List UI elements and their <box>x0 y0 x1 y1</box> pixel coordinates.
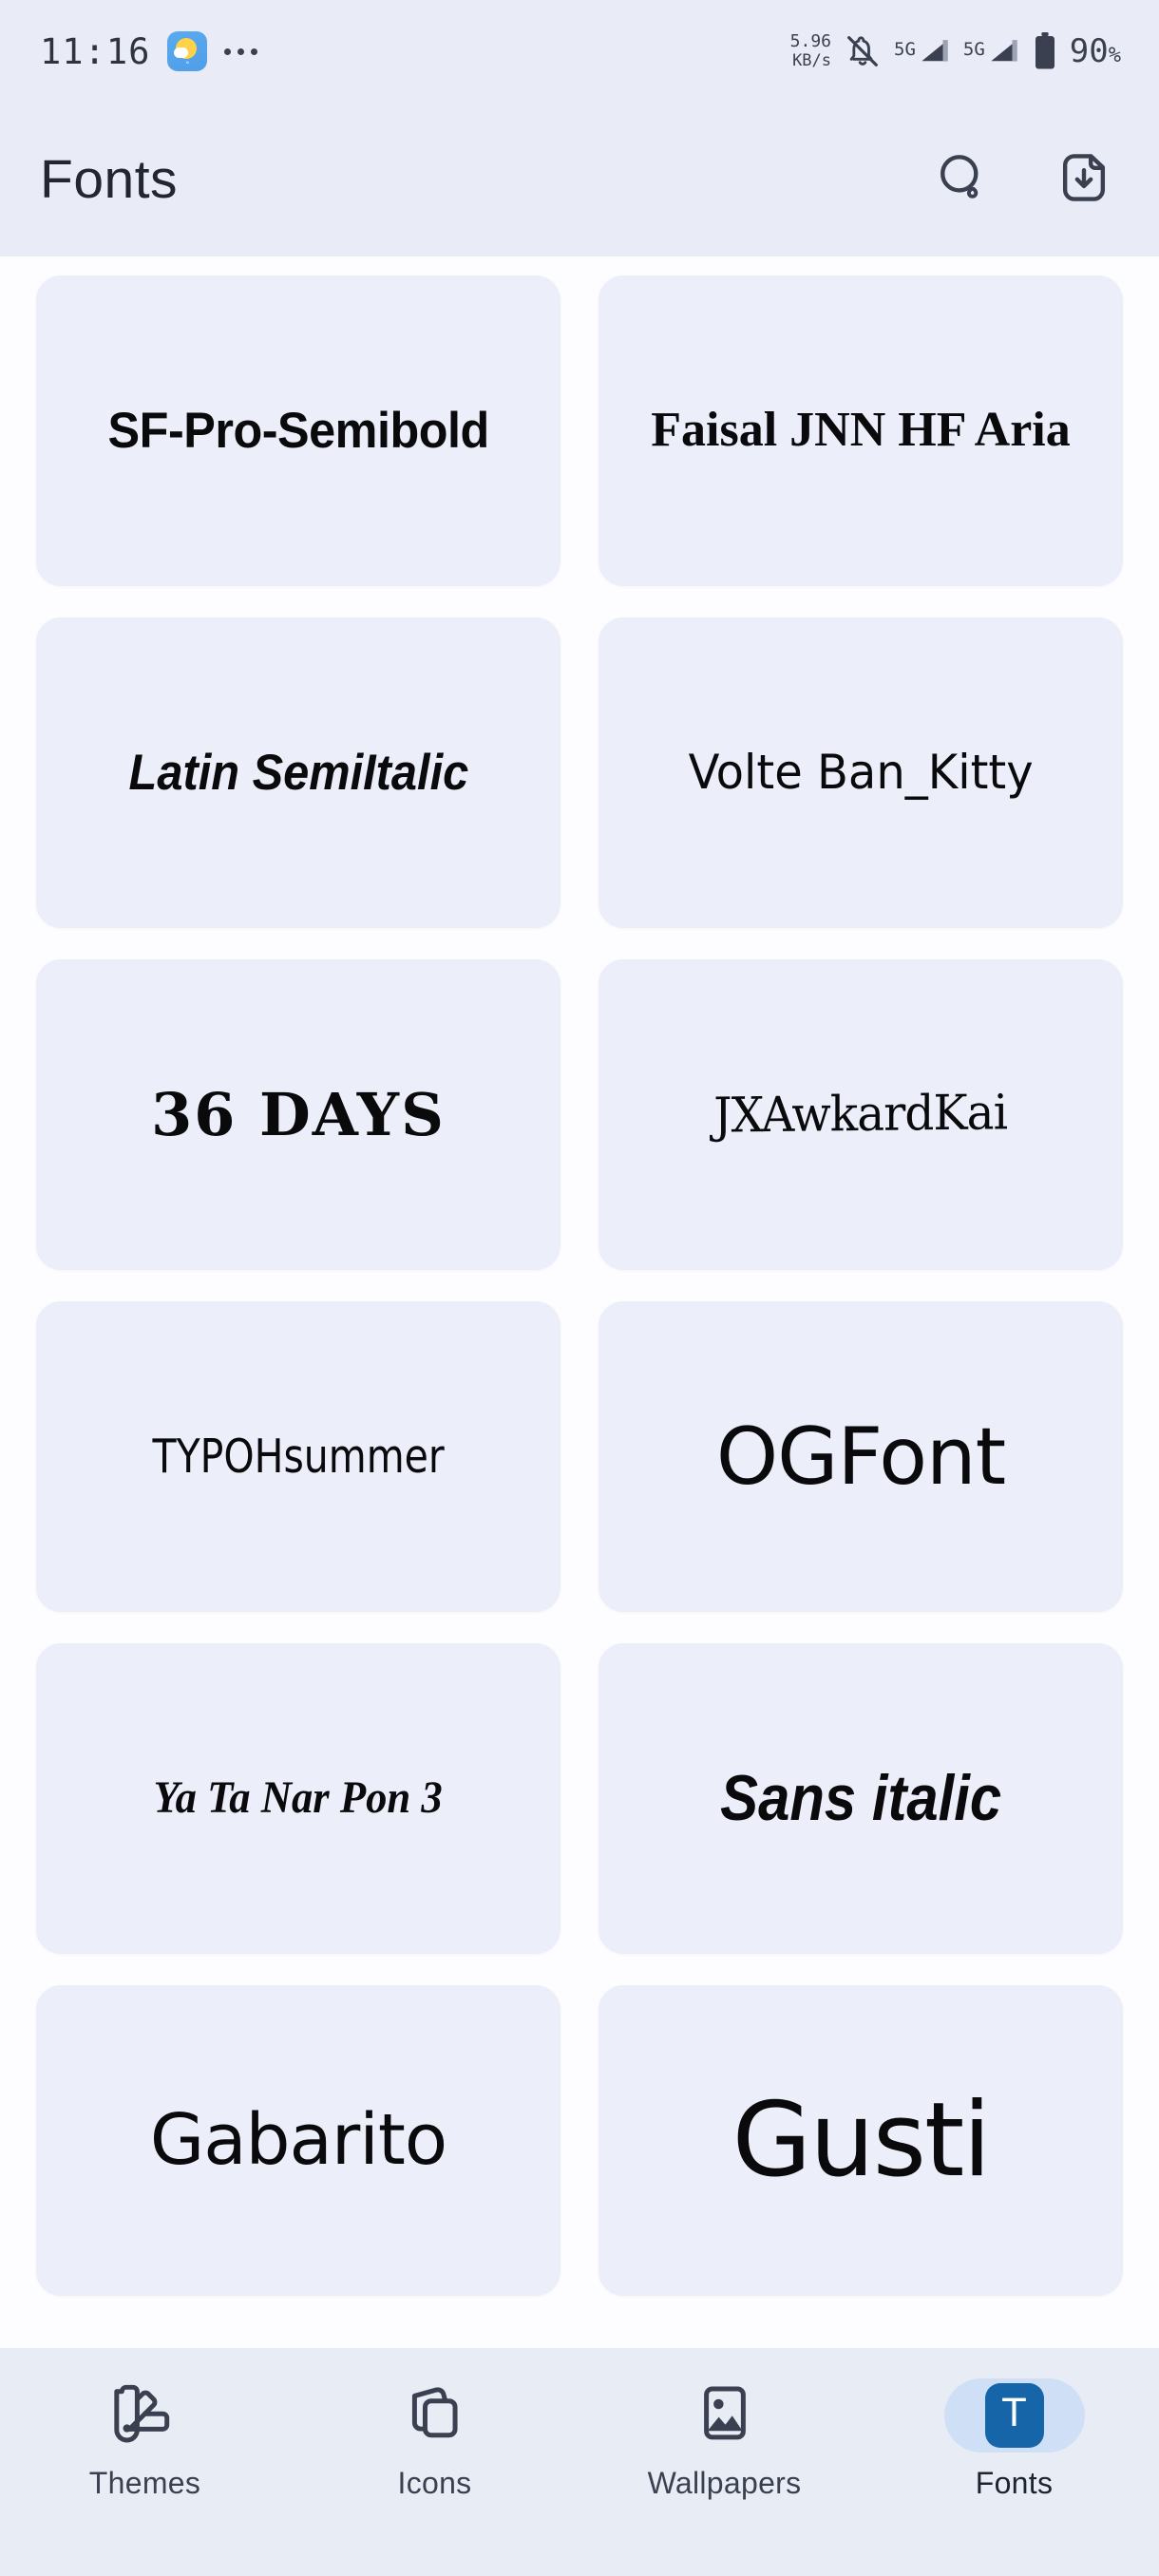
weather-cloud-part <box>174 47 189 58</box>
nav-item-label: Wallpapers <box>647 2466 802 2500</box>
network-speed-indicator: 5.96 KB/s <box>789 31 832 71</box>
sim1-network-label: 5G <box>894 39 916 60</box>
font-card[interactable]: SF-Pro-Semibold <box>36 275 560 586</box>
nav-item-themes[interactable]: Themes <box>38 2378 252 2501</box>
status-bar-left: 11:16 ° <box>40 30 258 72</box>
font-card[interactable]: Sans italic <box>598 1643 1123 1954</box>
font-t-icon: T <box>984 2383 1044 2448</box>
nav-item-wallpapers[interactable]: Wallpapers <box>618 2378 831 2501</box>
battery-percent-value: 90 <box>1069 32 1109 70</box>
font-card[interactable]: Volte Ban_Kitty <box>598 617 1123 928</box>
nav-icon-wrapper <box>75 2378 216 2453</box>
status-clock: 11:16 <box>40 30 151 72</box>
weather-sun-cloud-icon: ° <box>167 31 208 71</box>
fonts-grid: SF-Pro-Semibold Faisal JNN HF Aria Latin S… <box>36 275 1123 2296</box>
nav-item-label: Icons <box>397 2466 472 2500</box>
signal-bars-icon <box>991 40 1017 62</box>
font-sample-text: Gabarito <box>149 2098 447 2181</box>
font-card[interactable]: 36 DAYS <box>36 959 560 1270</box>
stacked-cards-icon <box>401 2379 469 2453</box>
signal-bars-icon <box>922 40 948 62</box>
battery-icon <box>1033 32 1057 70</box>
sim2-network-label: 5G <box>962 39 985 60</box>
sim1-signal-indicator: 5G <box>894 36 951 66</box>
nav-item-icons[interactable]: Icons <box>328 2378 542 2501</box>
status-bar: 11:16 ° 5.96 KB/s 5G 5G 90% <box>0 0 1159 103</box>
image-picture-icon <box>691 2379 759 2453</box>
font-sample-text: TYPOHsummer <box>152 1429 445 1484</box>
more-dots-icon <box>224 47 258 55</box>
search-button[interactable] <box>933 150 992 209</box>
font-card[interactable]: TYPOHsummer <box>36 1301 560 1612</box>
sim2-signal-indicator: 5G <box>963 36 1020 66</box>
font-sample-text: OGFont <box>715 1410 1006 1503</box>
font-sample-text: Sans italic <box>719 1761 1002 1834</box>
font-card[interactable]: OGFont <box>598 1301 1123 1612</box>
font-sample-text: JXAwkardKai <box>713 1085 1008 1145</box>
font-card[interactable]: Gabarito <box>36 1985 560 2296</box>
font-card[interactable]: Ya Ta Nar Pon 3 <box>36 1643 560 1954</box>
font-card[interactable]: Faisal JNN HF Aria <box>598 275 1123 586</box>
nav-icon-wrapper <box>365 2378 505 2453</box>
nav-item-fonts[interactable]: T Fonts <box>907 2378 1121 2501</box>
network-speed-value: 5.96 <box>789 31 832 51</box>
app-header: Fonts <box>0 103 1159 256</box>
bottom-navigation-bar: Themes Icons Wallpapers T Fonts <box>0 2348 1159 2576</box>
font-card[interactable]: JXAwkardKai <box>598 959 1123 1270</box>
font-sample-text: Latin SemiItalic <box>128 744 468 801</box>
fonts-app-screen: 11:16 ° 5.96 KB/s 5G 5G 90% Fonts SF-Pro… <box>0 0 1159 2576</box>
palette-swatch-icon <box>111 2379 180 2453</box>
battery-percent-symbol: % <box>1108 44 1121 67</box>
status-bar-right: 5.96 KB/s 5G 5G 90% <box>789 31 1121 71</box>
page-title: Fonts <box>40 149 179 210</box>
header-actions <box>933 150 1113 209</box>
font-sample-text: Ya Ta Nar Pon 3 <box>153 1772 444 1824</box>
network-speed-unit: KB/s <box>792 51 832 70</box>
bell-muted-icon <box>844 32 882 70</box>
font-sample-text: Volte Ban_Kitty <box>688 745 1034 801</box>
font-sample-text: SF-Pro-Semibold <box>107 402 489 459</box>
weather-degree-label: ° <box>185 60 190 69</box>
fonts-list-scroll-area[interactable]: SF-Pro-Semibold Faisal JNN HF Aria Latin S… <box>0 256 1159 2348</box>
search-icon <box>934 149 991 211</box>
downloads-button[interactable] <box>1054 150 1113 209</box>
font-sample-text: Gusti <box>732 2080 992 2200</box>
file-download-icon <box>1055 149 1112 211</box>
nav-item-label: Fonts <box>975 2466 1054 2500</box>
battery-percent-label: 90% <box>1070 32 1121 70</box>
nav-item-label: Themes <box>88 2466 201 2500</box>
nav-icon-wrapper <box>655 2378 795 2453</box>
font-card[interactable]: Latin SemiItalic <box>36 617 560 928</box>
font-sample-text: Faisal JNN HF Aria <box>651 403 1071 458</box>
font-card[interactable]: Gusti <box>598 1985 1123 2296</box>
nav-icon-wrapper: T <box>943 2378 1085 2453</box>
font-sample-text: 36 DAYS <box>151 1079 446 1149</box>
